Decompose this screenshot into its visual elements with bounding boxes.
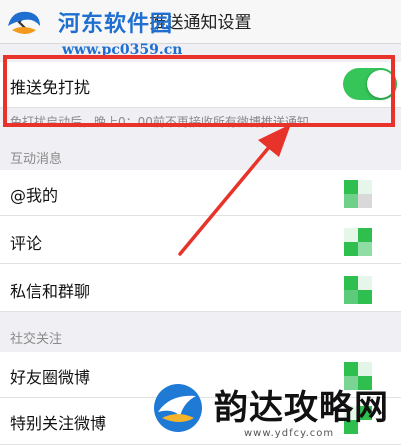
mosaic-block xyxy=(344,180,358,194)
mosaic-block xyxy=(358,276,372,290)
mosaic-block xyxy=(358,180,372,194)
section-header-social: 社交关注 xyxy=(10,332,63,347)
mosaic-block xyxy=(344,242,358,256)
section-header-interactions: 互动消息 xyxy=(10,152,63,167)
mosaic-block xyxy=(344,276,358,290)
mosaic-block xyxy=(358,362,372,376)
list-item-private-messages[interactable]: 私信和群聊 xyxy=(0,264,401,312)
brand-logo-icon xyxy=(154,384,202,432)
mosaic-block xyxy=(344,290,358,304)
mosaic-block xyxy=(358,194,372,208)
mosaic-block xyxy=(344,228,358,242)
list-item-comments[interactable]: 评论 xyxy=(0,216,401,264)
watermark-name: 河东软件园 xyxy=(58,11,174,37)
list-item-label: 私信和群聊 xyxy=(10,282,91,301)
list-item-label: 好友圈微博 xyxy=(10,368,91,387)
mosaic-block xyxy=(358,242,372,256)
highlight-box xyxy=(3,55,395,127)
mosaic-block xyxy=(344,194,358,208)
brand-name: 韵达攻略网 xyxy=(214,388,389,428)
list-item-mentions[interactable]: @我的 xyxy=(0,170,401,216)
watermark-logo-icon xyxy=(8,11,40,34)
mosaic-block xyxy=(358,290,372,304)
list-item-label: 特别关注微博 xyxy=(10,414,107,433)
mosaic-block xyxy=(358,228,372,242)
brand-url: www.ydfcy.com xyxy=(244,428,335,439)
mosaic-block xyxy=(344,362,358,376)
list-item-label: @我的 xyxy=(10,186,59,205)
list-item-label: 评论 xyxy=(10,234,43,253)
